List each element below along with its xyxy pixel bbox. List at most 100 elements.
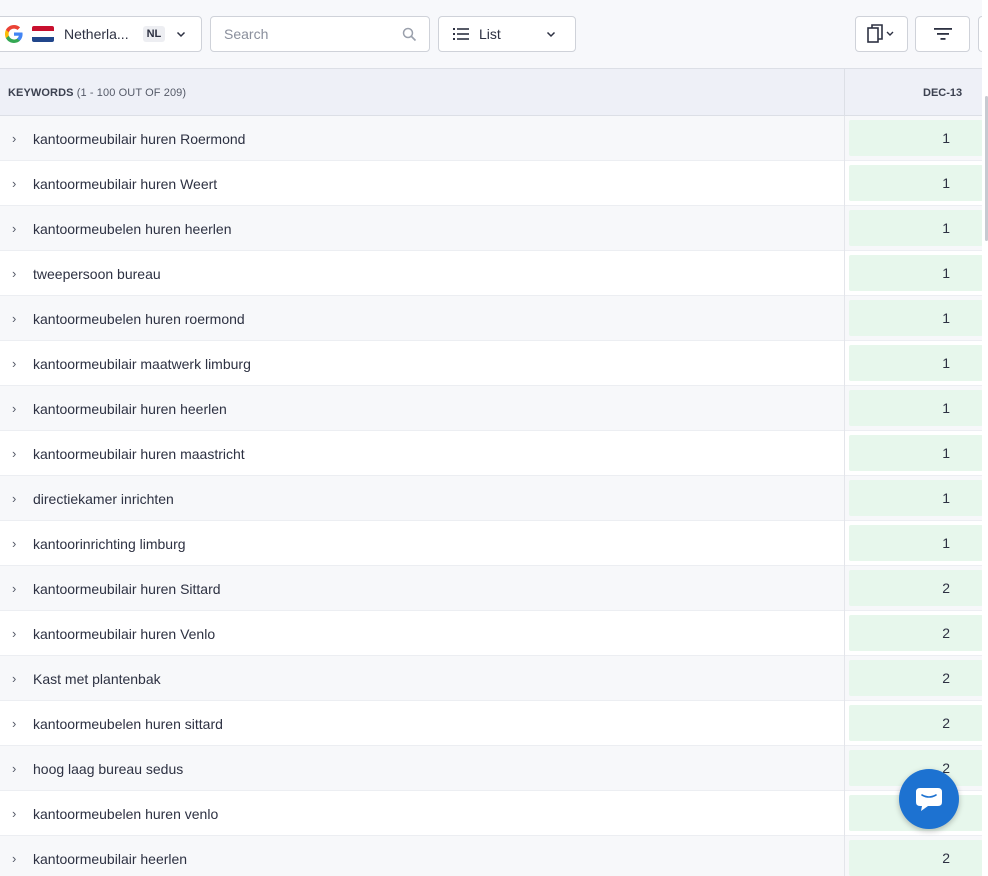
chevron-right-icon[interactable]: › <box>12 401 16 416</box>
keyword-text: tweepersoon bureau <box>33 266 161 282</box>
position-cell[interactable]: 1 <box>849 300 983 336</box>
keyword-text: kantoormeubilair huren maastricht <box>33 446 245 462</box>
chat-button[interactable] <box>899 769 959 829</box>
position-cell[interactable]: 1 <box>849 210 983 246</box>
table-row[interactable]: › kantoormeubilair heerlen 2 <box>0 836 988 876</box>
column-divider <box>844 161 845 206</box>
table-row[interactable]: › hoog laag bureau sedus 2 <box>0 746 988 791</box>
chevron-right-icon[interactable]: › <box>12 446 16 461</box>
copy-icon <box>866 24 893 43</box>
position-cell[interactable]: 1 <box>849 255 983 291</box>
position-cell[interactable]: 1 <box>849 480 983 516</box>
table-row[interactable]: ›kantoormeubelen huren venlo2 <box>0 791 988 836</box>
table-row[interactable]: › kantoormeubelen huren roermond 1 <box>0 296 988 341</box>
table-row[interactable]: › kantoorinrichting limburg 1 <box>0 521 988 566</box>
position-cell[interactable]: 1 <box>849 435 983 471</box>
keywords-header-label: KEYWORDS <box>8 87 74 99</box>
chevron-right-icon[interactable]: › <box>12 581 16 596</box>
keyword-text: kantoormeubilair huren heerlen <box>33 401 227 417</box>
list-icon <box>453 28 469 40</box>
table-row[interactable]: › kantoormeubilair huren heerlen 1 <box>0 386 988 431</box>
position-cell[interactable]: 1 <box>849 390 983 426</box>
table-row[interactable]: › kantoormeubilair huren maastricht 1 <box>0 431 988 476</box>
table-row[interactable]: › kantoormeubilair huren Roermond 1 <box>0 116 988 161</box>
column-divider <box>844 566 845 611</box>
chevron-right-icon[interactable]: › <box>12 851 16 866</box>
position-cell[interactable]: 2 <box>849 660 983 696</box>
table-row[interactable]: › kantoormeubelen huren heerlen 1 <box>0 206 988 251</box>
position-cell[interactable]: 2 <box>849 570 983 606</box>
chevron-right-icon[interactable]: › <box>12 356 16 371</box>
view-label: List <box>479 26 501 42</box>
language-badge: NL <box>142 26 166 42</box>
position-cell[interactable]: 2 <box>849 615 983 651</box>
search-icon <box>402 27 417 42</box>
position-cell[interactable]: 1 <box>849 120 983 156</box>
chevron-right-icon[interactable]: › <box>12 761 16 776</box>
chevron-right-icon[interactable]: › <box>12 131 16 146</box>
location-name: Netherla... <box>64 26 129 42</box>
position-cell[interactable]: 1 <box>849 525 983 561</box>
column-divider <box>844 746 845 791</box>
position-cell[interactable]: 1 <box>849 345 983 381</box>
chevron-right-icon[interactable]: › <box>12 716 16 731</box>
column-divider <box>844 69 845 117</box>
keyword-text: kantoormeubelen huren heerlen <box>33 221 232 237</box>
location-selector[interactable]: Netherla... NL <box>0 16 202 52</box>
position-cell[interactable]: 1 <box>849 165 983 201</box>
keyword-text: directiekamer inrichten <box>33 491 174 507</box>
copy-button[interactable] <box>855 16 908 52</box>
keyword-text: kantoormeubelen huren roermond <box>33 311 245 327</box>
chevron-right-icon[interactable]: › <box>12 221 16 236</box>
column-divider <box>844 656 845 701</box>
column-divider <box>844 386 845 431</box>
position-cell[interactable]: 2 <box>849 705 983 741</box>
table-row[interactable]: › kantoormeubelen huren sittard 2 <box>0 701 988 746</box>
keywords-column-header[interactable]: KEYWORDS (1 - 100 OUT OF 209) <box>8 87 186 99</box>
chevron-right-icon[interactable]: › <box>12 806 16 821</box>
table-row[interactable]: › tweepersoon bureau 1 <box>0 251 988 296</box>
date-column-header[interactable]: DEC-13 <box>923 87 962 99</box>
google-icon <box>5 25 23 43</box>
column-divider <box>844 701 845 746</box>
keyword-text: Kast met plantenbak <box>33 671 161 687</box>
chevron-right-icon[interactable]: › <box>12 626 16 641</box>
rank-tracker-page: Netherla... NL Search List KEYWORDS (1 -… <box>0 0 988 876</box>
table-row[interactable]: › Kast met plantenbak 2 <box>0 656 988 701</box>
chevron-right-icon[interactable]: › <box>12 266 16 281</box>
chevron-down-icon <box>546 31 556 38</box>
filter-button[interactable] <box>915 16 970 52</box>
column-divider <box>844 836 845 876</box>
table-row[interactable]: › kantoormeubilair maatwerk limburg 1 <box>0 341 988 386</box>
keyword-text: kantoormeubelen huren venlo <box>33 806 219 822</box>
keyword-text: kantoormeubilair huren Sittard <box>33 581 221 597</box>
column-divider <box>844 476 845 521</box>
table-row[interactable]: › kantoormeubilair huren Weert 1 <box>0 161 988 206</box>
table-row[interactable]: › kantoormeubilair huren Venlo 2 <box>0 611 988 656</box>
table-header: KEYWORDS (1 - 100 OUT OF 209) DEC-13 <box>0 68 988 117</box>
filter-icon <box>933 28 952 40</box>
column-divider <box>844 341 845 386</box>
chevron-right-icon[interactable]: › <box>12 671 16 686</box>
view-selector[interactable]: List <box>438 16 576 52</box>
table-row[interactable]: › kantoormeubilair huren Sittard 2 <box>0 566 988 611</box>
position-cell[interactable]: 2 <box>849 840 983 876</box>
keyword-text: kantoormeubilair heerlen <box>33 851 188 867</box>
chevron-right-icon[interactable]: › <box>12 491 16 506</box>
chevron-right-icon[interactable]: › <box>12 311 16 326</box>
chevron-down-icon <box>176 31 186 38</box>
keyword-text: kantoormeubilair huren Roermond <box>33 131 246 147</box>
search-input[interactable]: Search <box>210 16 430 52</box>
column-divider <box>844 296 845 341</box>
keyword-text: kantoormeubilair maatwerk limburg <box>33 356 251 372</box>
table-row[interactable]: › directiekamer inrichten 1 <box>0 476 988 521</box>
keyword-text: hoog laag bureau sedus <box>33 761 184 777</box>
column-divider <box>844 116 845 161</box>
chevron-right-icon[interactable]: › <box>12 536 16 551</box>
keyword-text: kantoorinrichting limburg <box>33 536 186 552</box>
column-divider <box>844 206 845 251</box>
keyword-text: kantoormeubelen huren sittard <box>33 716 223 732</box>
keyword-rows: › kantoormeubilair huren Roermond 1 › kantoo… <box>0 116 988 876</box>
column-divider <box>844 521 845 566</box>
chevron-right-icon[interactable]: › <box>12 176 16 191</box>
